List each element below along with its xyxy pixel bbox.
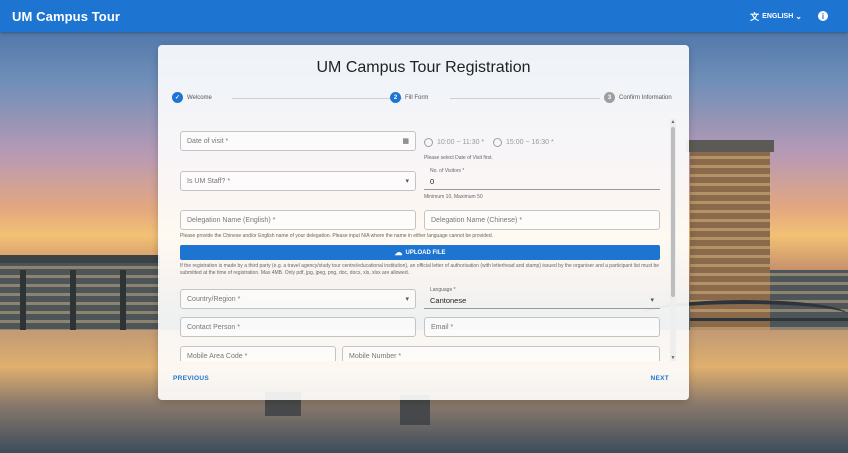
form-scrollbar[interactable]: ▲ ▼ <box>670 119 676 361</box>
check-icon: ✓ <box>172 92 183 103</box>
country-region-select[interactable]: Country/Region * ▾ <box>180 289 416 309</box>
slot-afternoon-radio[interactable]: 15:00 ~ 16:30 * <box>493 138 554 147</box>
page-title: UM Campus Tour Registration <box>316 59 531 76</box>
chevron-down-icon: ⌄ <box>795 11 802 21</box>
step-fill-form: 2 Fill Form <box>390 92 428 103</box>
next-button[interactable]: NEXT <box>650 375 669 382</box>
app-title[interactable]: UM Campus Tour <box>12 9 120 24</box>
info-icon[interactable]: i <box>818 11 828 21</box>
translate-icon: 文 <box>750 11 760 22</box>
registration-card: UM Campus Tour Registration ✓ Welcome 2 … <box>158 45 689 400</box>
step-welcome: ✓ Welcome <box>172 92 212 103</box>
delegation-en-field[interactable]: Delegation Name (English) * <box>180 210 416 230</box>
registration-form: Date of visit * ▦ 10:00 ~ 11:30 * 15:00 … <box>172 119 676 361</box>
step-confirm: 3 Confirm Information <box>604 92 672 103</box>
step-number: 3 <box>604 92 615 103</box>
slot-hint: Please select Date of Visit first. <box>424 155 493 161</box>
language-select[interactable]: Cantonese ▾ <box>424 292 660 309</box>
caret-down-icon: ▾ <box>405 178 409 185</box>
radio-circle <box>493 138 502 147</box>
stepper: ✓ Welcome 2 Fill Form 3 Confirm Informat… <box>172 92 675 106</box>
visitors-input[interactable]: 0 <box>424 173 660 190</box>
delegation-hint: Please provide the Chinese and/or Englis… <box>180 233 493 239</box>
step-label: Fill Form <box>405 94 429 101</box>
language-selector[interactable]: 文 ENGLISH ⌄ <box>750 10 802 23</box>
previous-button[interactable]: PREVIOUS <box>173 375 209 382</box>
slot-morning-radio[interactable]: 10:00 ~ 11:30 * <box>424 138 484 147</box>
mobile-number-field[interactable]: Mobile Number * <box>342 346 660 361</box>
scroll-up-icon[interactable]: ▲ <box>670 119 676 125</box>
step-label: Confirm Information <box>619 94 672 101</box>
delegation-zh-field[interactable]: Delegation Name (Chinese) * <box>424 210 660 230</box>
contact-person-field[interactable]: Contact Person * <box>180 317 416 337</box>
mobile-area-code-select[interactable]: Mobile Area Code * <box>180 346 336 361</box>
email-field[interactable]: Email * <box>424 317 660 337</box>
caret-down-icon: ▾ <box>650 297 654 304</box>
is-um-staff-select[interactable]: Is UM Staff? * ▾ <box>180 171 416 191</box>
calendar-icon[interactable]: ▦ <box>402 137 409 145</box>
app-bar: UM Campus Tour 文 ENGLISH ⌄ i <box>0 0 848 32</box>
visitors-hint: Minimum 10, Maximum 50 <box>424 194 483 200</box>
cloud-upload-icon: ☁ <box>394 248 403 257</box>
step-number: 2 <box>390 92 401 103</box>
date-of-visit-field[interactable]: Date of visit * ▦ <box>180 131 416 151</box>
language-label: ENGLISH <box>762 12 794 20</box>
step-label: Welcome <box>187 94 212 101</box>
upload-hint: If the registration is made by a third p… <box>180 263 660 276</box>
scroll-down-icon[interactable]: ▼ <box>670 355 676 361</box>
upload-file-button[interactable]: ☁ UPLOAD FILE <box>180 245 660 260</box>
caret-down-icon: ▾ <box>405 296 409 303</box>
scrollbar-thumb[interactable] <box>671 127 675 297</box>
radio-circle <box>424 138 433 147</box>
